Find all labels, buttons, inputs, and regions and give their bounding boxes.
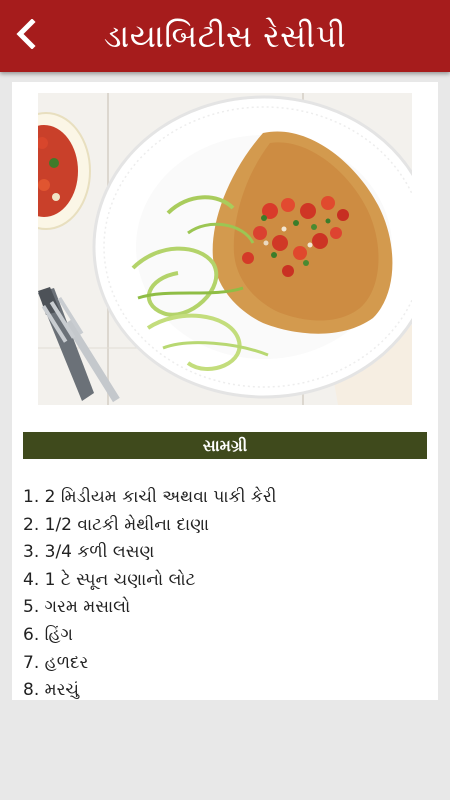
dish-photo: [38, 93, 412, 405]
recipe-card: સામગ્રી 1. 2 મિડીયમ કાચી અથવા પાકી કેરી …: [12, 82, 438, 700]
ingredient-item: 6. હિંગ: [23, 624, 73, 645]
app-title: ડાયાબિટીસ રેસીપી: [103, 16, 347, 55]
ingredient-item: 3. 3/4 કળી લસણ: [23, 542, 155, 563]
ingredient-item: 1. 2 મિડીયમ કાચી અથવા પાકી કેરી: [23, 487, 277, 507]
app-bar: ડાયાબિટીસ રેસીપી: [0, 0, 450, 72]
ingredient-item: 7. હળદર: [23, 652, 89, 673]
ingredients-header: સામગ્રી: [23, 432, 427, 459]
ingredient-item: 2. 1/2 વાટકી મેથીના દાણા: [23, 514, 210, 535]
ingredient-item: 8. મરચું: [23, 680, 80, 701]
back-button[interactable]: [6, 14, 46, 58]
ingredient-item: 4. 1 ટે સ્પૂન ચણાનો લોટ: [23, 569, 196, 590]
ingredient-item: 5. ગરમ મસાલો: [23, 597, 131, 618]
chevron-left-icon: [15, 18, 37, 53]
ingredients-list: 1. 2 મિડીયમ કાચી અથવા પાકી કેરી 2. 1/2 વ…: [23, 484, 427, 705]
